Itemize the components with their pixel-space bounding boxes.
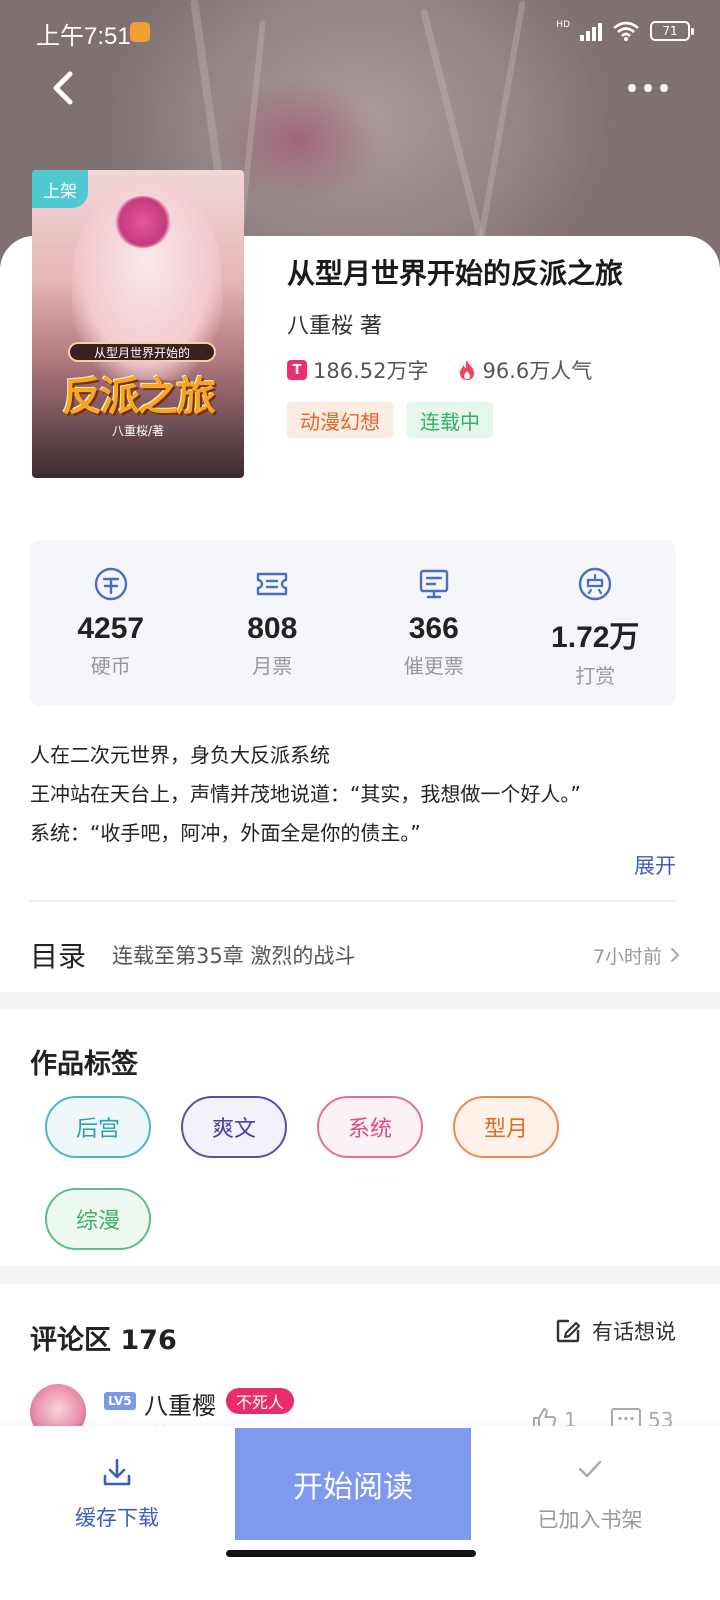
book-stats: T 186.52万字 96.6万人气	[287, 355, 622, 385]
expand-synopsis-link[interactable]: 展开	[634, 850, 676, 880]
reward-value: 1.72万	[551, 621, 640, 654]
commenter-name[interactable]: 八重樱	[144, 1386, 216, 1421]
toc-latest-chapter: 连载至第35章 激烈的战斗	[112, 944, 356, 968]
support-reward[interactable]: 1.72万 打赏	[515, 540, 677, 706]
download-icon	[103, 1458, 131, 1486]
popularity-value: 96.6万人气	[482, 359, 593, 383]
synopsis: 人在二次元世界，身负大反派系统 王冲站在天台上，声情并茂地说道：“其实，我想做一…	[30, 736, 680, 853]
urge-value: 366	[408, 612, 459, 645]
toc-updated: 7小时前	[593, 942, 680, 969]
back-button[interactable]	[44, 66, 84, 110]
support-urge[interactable]: 366 催更票	[353, 540, 515, 706]
tag-chip[interactable]: 型月	[453, 1096, 559, 1158]
tag-chip[interactable]: 后宫	[45, 1096, 151, 1158]
bookshelf-button[interactable]: 已加入书架	[520, 1456, 660, 1566]
reward-icon	[579, 567, 612, 601]
download-button[interactable]: 缓存下载	[50, 1456, 184, 1566]
fire-icon	[460, 360, 475, 380]
more-button[interactable]	[626, 76, 670, 100]
status-icons: HD 71	[556, 20, 694, 42]
ticket-label: 月票	[252, 654, 293, 678]
toc-label: 目录	[30, 940, 87, 973]
more-dots-icon	[628, 84, 668, 92]
notification-icon	[130, 22, 150, 42]
write-comment-button[interactable]: 有话想说	[554, 1316, 676, 1346]
download-label: 缓存下载	[75, 1506, 159, 1530]
toc-updated-time: 7小时前	[592, 945, 662, 968]
table-of-contents-row[interactable]: 目录 连载至第35章 激烈的战斗 7小时前	[30, 930, 680, 980]
synopsis-line: 系统：“收手吧，阿冲，外面全是你的债主。”	[30, 821, 421, 845]
tag-chip[interactable]: 综漫	[45, 1188, 151, 1250]
popularity: 96.6万人气	[458, 355, 592, 385]
avatar[interactable]	[30, 1384, 86, 1428]
support-coin[interactable]: 4257 硬币	[30, 540, 192, 706]
section-gap	[0, 1266, 720, 1284]
flower-icon	[114, 196, 172, 248]
ticket-icon	[257, 572, 288, 596]
coin-value: 4257	[77, 612, 145, 645]
comment-item[interactable]: LV5 八重樱 不死人 4个月前 1 53	[30, 1384, 680, 1428]
word-count: T 186.52万字	[287, 355, 428, 385]
status-bar: 上午7:51 HD 71	[0, 0, 720, 66]
chevron-right-icon	[671, 948, 680, 962]
reply-count: 53	[648, 1408, 674, 1428]
book-meta-tags: 动漫幻想 连载中	[287, 402, 493, 438]
urge-label: 催更票	[403, 654, 464, 678]
check-icon	[578, 1460, 602, 1478]
reward-label: 打赏	[575, 664, 616, 688]
ticket-value: 808	[247, 612, 298, 645]
urge-icon	[419, 569, 448, 599]
network-type: HD	[556, 20, 570, 30]
word-count-value: 186.52万字	[313, 359, 429, 383]
bottom-action-bar: 缓存下载 开始阅读 已加入书架	[0, 1426, 720, 1600]
section-gap	[0, 992, 720, 1010]
coin-icon	[94, 567, 127, 601]
tag-cloud: 后宫 爽文 系统 型月 综漫	[45, 1096, 685, 1250]
write-comment-label: 有话想说	[592, 1320, 676, 1344]
comment-bubble-icon	[611, 1408, 641, 1428]
home-indicator	[226, 1550, 476, 1557]
support-panel: 4257 硬币 808 月票 366 催更票 1.72万 打赏	[30, 540, 676, 706]
battery-icon: 71	[650, 21, 694, 41]
tag-chip[interactable]: 系统	[317, 1096, 423, 1158]
book-author[interactable]: 八重桜 著	[287, 308, 382, 340]
wifi-icon	[613, 21, 639, 41]
battery-level: 71	[662, 24, 678, 38]
coin-label: 硬币	[90, 654, 131, 678]
tag-chip[interactable]: 爽文	[181, 1096, 287, 1158]
synopsis-line: 王冲站在天台上，声情并茂地说道：“其实，我想做一个好人。”	[30, 782, 581, 806]
reply-button[interactable]: 53	[610, 1406, 673, 1428]
cover-title: 反派之旅	[62, 374, 216, 420]
like-count: 1	[564, 1408, 577, 1428]
signal-icon	[580, 21, 602, 41]
book-title: 从型月世界开始的反派之旅	[287, 257, 624, 290]
category-tag[interactable]: 动漫幻想	[287, 402, 393, 438]
tags-title: 作品标签	[30, 1049, 138, 1080]
commenter-title-badge: 不死人	[226, 1388, 295, 1414]
start-reading-button[interactable]: 开始阅读	[235, 1428, 471, 1540]
edit-icon	[556, 1319, 581, 1343]
back-arrow-icon	[53, 71, 73, 105]
comments-title: 评论区 176	[30, 1325, 177, 1356]
support-ticket[interactable]: 808 月票	[192, 540, 354, 706]
cover-subtitle: 从型月世界开始的	[68, 342, 216, 362]
like-button[interactable]: 1	[530, 1406, 577, 1428]
bookshelf-label: 已加入书架	[537, 1508, 643, 1532]
word-count-icon: T	[287, 360, 307, 380]
status-time: 上午7:51	[36, 23, 131, 50]
cover-author: 八重桜/著	[111, 424, 165, 438]
status-tag: 连载中	[407, 402, 493, 438]
thumbs-up-icon	[533, 1408, 557, 1428]
shelf-tag: 上架	[32, 170, 88, 208]
synopsis-line: 人在二次元世界，身负大反派系统	[30, 743, 330, 767]
divider	[30, 900, 676, 902]
book-cover[interactable]: 上架 从型月世界开始的 反派之旅 八重桜/著	[32, 170, 244, 478]
level-badge: LV5	[104, 1392, 136, 1410]
